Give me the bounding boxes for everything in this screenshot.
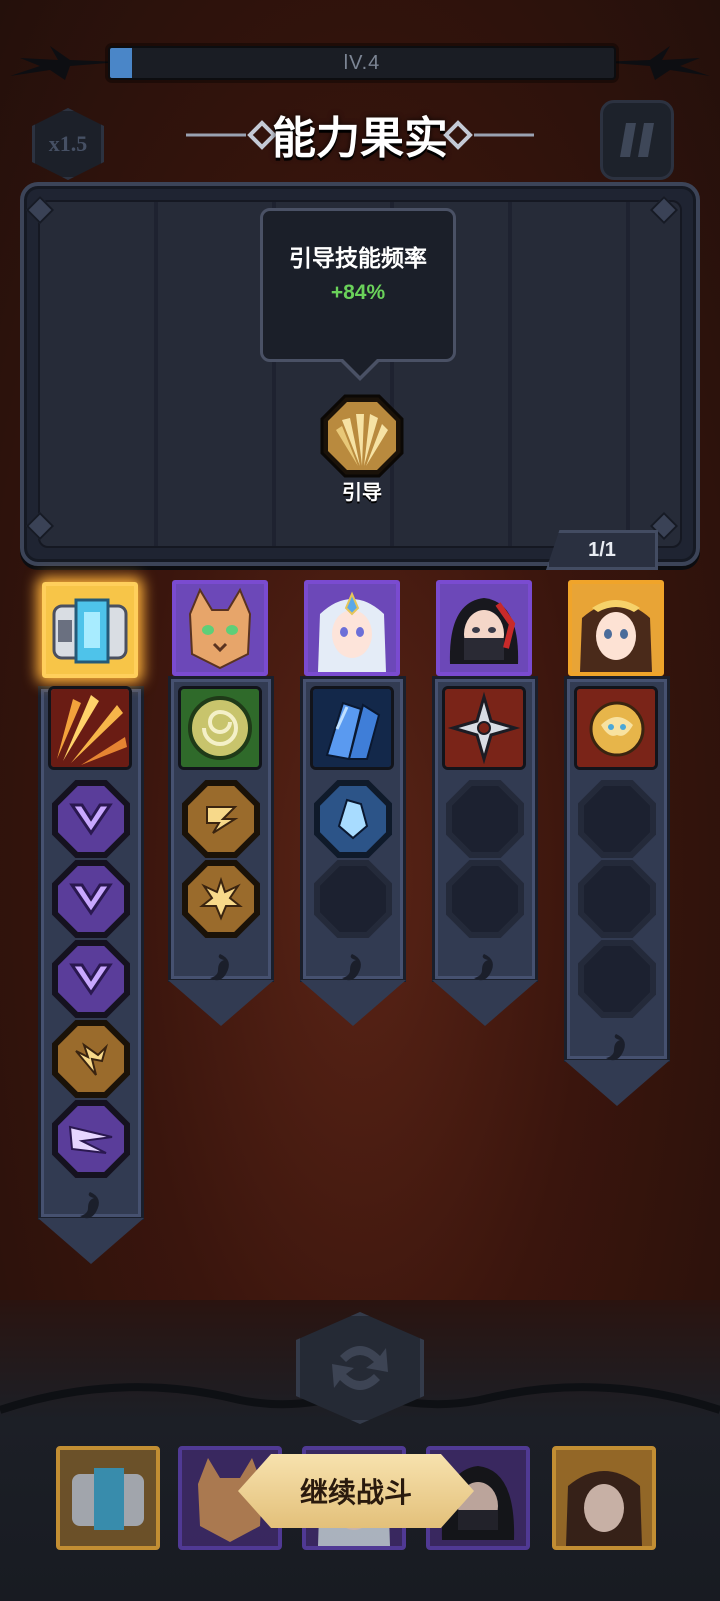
- hero-portrait-golden-queen[interactable]: [568, 580, 664, 676]
- explosion-coin-icon: [199, 876, 243, 921]
- page-title: 能力果实: [272, 113, 448, 164]
- selected-skill-label: 引导: [342, 480, 382, 504]
- level-progress-bar: lV.4: [108, 46, 616, 80]
- thorn-decoration-left: [10, 46, 120, 80]
- slot-2-2[interactable]: [182, 860, 260, 938]
- slot-4-1-empty[interactable]: [446, 780, 524, 858]
- hero-portrait-lynx[interactable]: [172, 580, 268, 676]
- continue-battle-button[interactable]: 继续战斗: [238, 1454, 474, 1528]
- column-emblem-icon: [606, 1034, 625, 1061]
- purple-arrow-icon: [69, 963, 113, 996]
- hero-4-skill-shuriken-icon[interactable]: [442, 686, 526, 770]
- hero-portrait-ninja[interactable]: [436, 580, 532, 676]
- hero-3-skill-ice-crystal-icon[interactable]: [310, 686, 394, 770]
- purple-arrow-icon: [69, 803, 113, 836]
- hero-portrait-ice-priestess[interactable]: [304, 580, 400, 676]
- purple-slash-icon: [68, 1125, 113, 1154]
- slot-1-1[interactable]: [52, 780, 130, 858]
- column-emblem-icon: [342, 954, 361, 981]
- slot-1-3[interactable]: [52, 940, 130, 1018]
- column-emblem-icon: [80, 1192, 99, 1219]
- hero-5-skill-golden-orb-icon[interactable]: [574, 686, 658, 770]
- slot-5-3-empty[interactable]: [578, 940, 656, 1018]
- slot-5-1-empty[interactable]: [578, 780, 656, 858]
- column-emblem-icon: [474, 954, 493, 981]
- channel-skill-icon[interactable]: [320, 394, 404, 478]
- tooltip-title: 引导技能频率: [289, 246, 427, 272]
- tooltip-pointer-inner: [342, 358, 378, 376]
- hero-1-skill-flame-burst-icon[interactable]: [48, 686, 132, 770]
- hero-portrait-mech[interactable]: [42, 582, 138, 678]
- level-text: lV.4: [343, 51, 381, 74]
- continue-battle-label: 继续战斗: [299, 1476, 412, 1509]
- bottom-hero-mech[interactable]: [56, 1446, 160, 1550]
- ice-shard-coin-icon: [337, 798, 369, 840]
- skill-tooltip: 引导技能频率 +84%: [260, 208, 456, 362]
- slot-1-2[interactable]: [52, 860, 130, 938]
- lightning-coin-icon: [75, 1042, 109, 1076]
- spiral-coin-icon: [206, 806, 239, 834]
- thorn-decoration-right: [600, 46, 710, 80]
- hero-2-skill-vortex-rune-icon[interactable]: [178, 686, 262, 770]
- slot-3-1[interactable]: [314, 780, 392, 858]
- slot-4-2-empty[interactable]: [446, 860, 524, 938]
- bottom-hero-golden-queen[interactable]: [552, 1446, 656, 1550]
- slot-3-2-empty[interactable]: [314, 860, 392, 938]
- refresh-icon: [332, 1346, 388, 1390]
- tooltip-value: +84%: [330, 281, 386, 304]
- purple-arrow-icon: [69, 883, 113, 916]
- column-emblem-icon: [210, 954, 229, 981]
- page-indicator: 1/1: [546, 530, 658, 570]
- slot-5-2-empty[interactable]: [578, 860, 656, 938]
- slot-2-1[interactable]: [182, 780, 260, 858]
